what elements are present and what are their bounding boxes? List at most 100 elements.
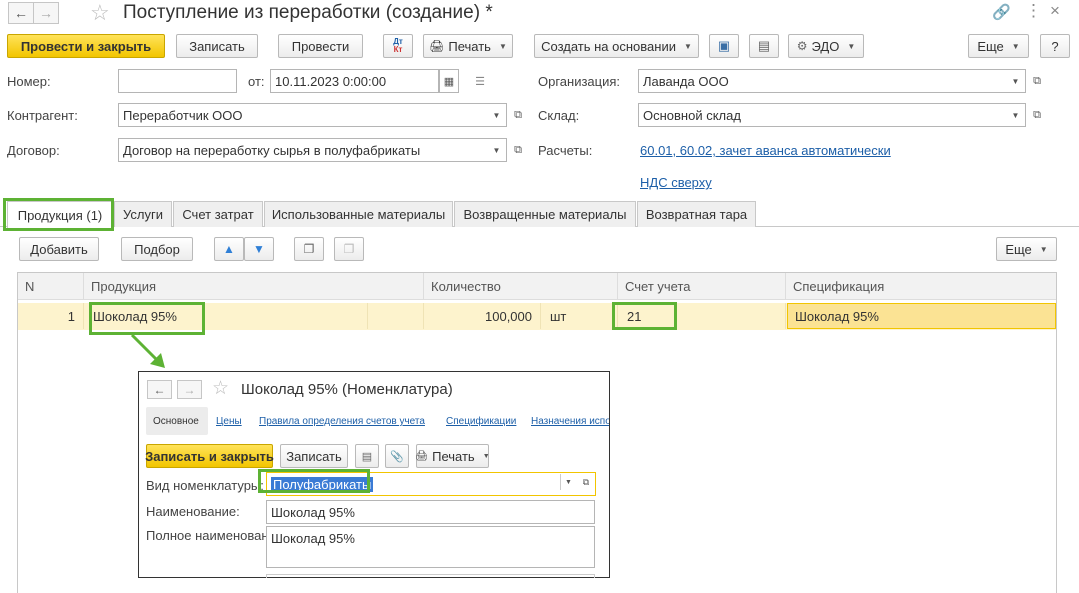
highlight-products-tab xyxy=(3,198,114,231)
popup-back-button[interactable]: ← xyxy=(147,380,172,399)
add-button[interactable]: Добавить xyxy=(19,237,99,261)
popup-print-button[interactable]: 🖨 Печать ▼ xyxy=(415,444,490,468)
popup-forward-button[interactable]: → xyxy=(177,380,202,399)
more-button[interactable]: Еще ▼ xyxy=(968,34,1029,58)
chevron-down-icon[interactable]: ▼ xyxy=(1006,103,1026,127)
chevron-down-icon: ▼ xyxy=(1011,41,1020,51)
cell-n: 1 xyxy=(18,303,84,329)
chevron-down-icon: ▼ xyxy=(847,41,856,51)
tab-returnable-packaging[interactable]: Возвратная тара xyxy=(637,201,756,227)
cell-unit[interactable]: шт xyxy=(541,303,618,329)
popup-tab-main[interactable]: Основное xyxy=(153,416,199,427)
arrow-left-icon: ← xyxy=(14,5,28,21)
popup-save-button[interactable]: Записать xyxy=(280,444,348,468)
chevron-down-icon: ▼ xyxy=(683,41,692,51)
copy-button[interactable]: ❐ xyxy=(294,237,324,261)
cell-spec[interactable]: Шоколад 95% xyxy=(787,303,1056,329)
copy-icon: ❐ xyxy=(303,242,315,256)
column-header-quantity[interactable]: Количество xyxy=(424,273,618,299)
paste-icon: ❐ xyxy=(343,242,355,256)
help-button[interactable]: ? xyxy=(1040,34,1070,58)
popup-attach-button[interactable]: 📎 xyxy=(385,444,409,468)
edo-button[interactable]: ⚙ ЭДО ▼ xyxy=(788,34,864,58)
arrow-right-icon: → xyxy=(183,382,196,397)
open-icon[interactable]: ⧉ xyxy=(508,138,528,162)
edo-label: ЭДО xyxy=(811,38,840,54)
hierarchy-icon: ▣ xyxy=(717,38,731,53)
pointer-arrow-icon xyxy=(130,333,165,368)
popup-tab-specifications[interactable]: Спецификации xyxy=(446,416,516,427)
popup-fullname-textarea[interactable]: Шоколад 95% xyxy=(266,526,595,568)
report-button[interactable]: ▤ xyxy=(749,34,779,58)
popup-tab-account-rules[interactable]: Правила определения счетов учета xyxy=(259,416,425,427)
column-header-account[interactable]: Счет учета xyxy=(618,273,786,299)
select-button[interactable]: Подбор xyxy=(121,237,193,261)
cell-product-extra xyxy=(368,303,424,329)
forward-button[interactable]: → xyxy=(33,2,59,24)
post-button[interactable]: Провести xyxy=(278,34,363,58)
warehouse-label: Склад: xyxy=(538,108,580,123)
print-button[interactable]: 🖨 Печать ▼ xyxy=(423,34,513,58)
save-button[interactable]: Записать xyxy=(176,34,258,58)
post-and-close-button[interactable]: Провести и закрыть xyxy=(7,34,165,58)
date-input[interactable]: 10.11.2023 0:00:00 xyxy=(270,69,439,93)
arrow-left-icon: ← xyxy=(153,382,166,397)
chevron-down-icon[interactable]: ▼ xyxy=(560,474,576,490)
open-icon[interactable]: ⧉ xyxy=(1027,69,1047,93)
favorite-star-icon[interactable]: ☆ xyxy=(90,0,110,26)
table-more-button[interactable]: Еще ▼ xyxy=(996,237,1057,261)
structure-button[interactable]: ▣ xyxy=(709,34,739,58)
paste-button[interactable]: ❐ xyxy=(334,237,364,261)
popup-report-button[interactable]: ▤ xyxy=(355,444,379,468)
popup-tab-purposes[interactable]: Назначения испо xyxy=(531,416,609,427)
contract-input[interactable]: Договор на переработку сырья в полуфабри… xyxy=(118,138,488,162)
contractor-input[interactable]: Переработчик ООО xyxy=(118,103,488,127)
close-icon[interactable]: × xyxy=(1050,1,1060,21)
move-down-button[interactable]: ▼ xyxy=(244,237,274,261)
comment-icon[interactable]: ☰ xyxy=(470,69,490,93)
move-up-button[interactable]: ▲ xyxy=(214,237,244,261)
tab-returned-materials[interactable]: Возвращенные материалы xyxy=(454,201,636,227)
arrow-down-icon: ▼ xyxy=(253,242,265,256)
more-vertical-icon[interactable]: ⋮ xyxy=(1025,1,1042,21)
date-label: от: xyxy=(248,74,265,89)
chevron-down-icon[interactable]: ▼ xyxy=(487,103,507,127)
column-header-product[interactable]: Продукция xyxy=(84,273,424,299)
number-input[interactable] xyxy=(118,69,237,93)
popup-next-field xyxy=(266,574,595,578)
chevron-down-icon[interactable]: ▼ xyxy=(1006,69,1026,93)
tab-used-materials[interactable]: Использованные материалы xyxy=(264,201,453,227)
chevron-down-icon[interactable]: ▼ xyxy=(487,138,507,162)
contract-label: Договор: xyxy=(7,143,60,158)
link-icon[interactable]: 🔗 xyxy=(992,3,1011,21)
popup-save-close-button[interactable]: Записать и закрыть xyxy=(145,444,274,468)
popup-title: Шоколад 95% (Номенклатура) xyxy=(241,381,453,398)
create-based-on-button[interactable]: Создать на основании ▼ xyxy=(534,34,699,58)
popup-star-icon[interactable]: ☆ xyxy=(212,377,229,400)
tab-services[interactable]: Услуги xyxy=(114,201,172,227)
column-header-spec[interactable]: Спецификация xyxy=(786,273,1056,299)
cell-quantity[interactable]: 100,000 xyxy=(424,303,541,329)
warehouse-input[interactable]: Основной склад xyxy=(638,103,1007,127)
tab-cost-account[interactable]: Счет затрат xyxy=(173,201,263,227)
table-more-label: Еще xyxy=(1005,241,1032,257)
organization-input[interactable]: Лаванда ООО xyxy=(638,69,1007,93)
chevron-down-icon: ▼ xyxy=(1039,244,1048,254)
open-icon[interactable]: ⧉ xyxy=(1027,103,1047,127)
payments-label: Расчеты: xyxy=(538,143,593,158)
printer-icon: 🖨 xyxy=(415,450,429,462)
popup-name-input[interactable]: Шоколад 95% xyxy=(266,500,595,524)
back-button[interactable]: ← xyxy=(8,2,34,24)
payments-link[interactable]: 60.01, 60.02, зачет аванса автоматически xyxy=(640,143,891,158)
vat-link[interactable]: НДС сверху xyxy=(640,175,712,190)
printer-icon: 🖨 xyxy=(429,39,445,53)
open-icon[interactable]: ⧉ xyxy=(578,474,594,490)
open-icon[interactable]: ⧉ xyxy=(508,103,528,127)
dtkt-button[interactable]: Дт Кт xyxy=(383,34,413,58)
highlight-account-cell xyxy=(612,302,677,330)
column-header-n[interactable]: N xyxy=(18,273,84,299)
more-label: Еще xyxy=(977,38,1004,54)
calendar-icon[interactable]: ▦ xyxy=(439,69,459,93)
popup-tab-prices[interactable]: Цены xyxy=(216,416,242,427)
window-title: Поступление из переработки (создание) * xyxy=(123,2,493,23)
